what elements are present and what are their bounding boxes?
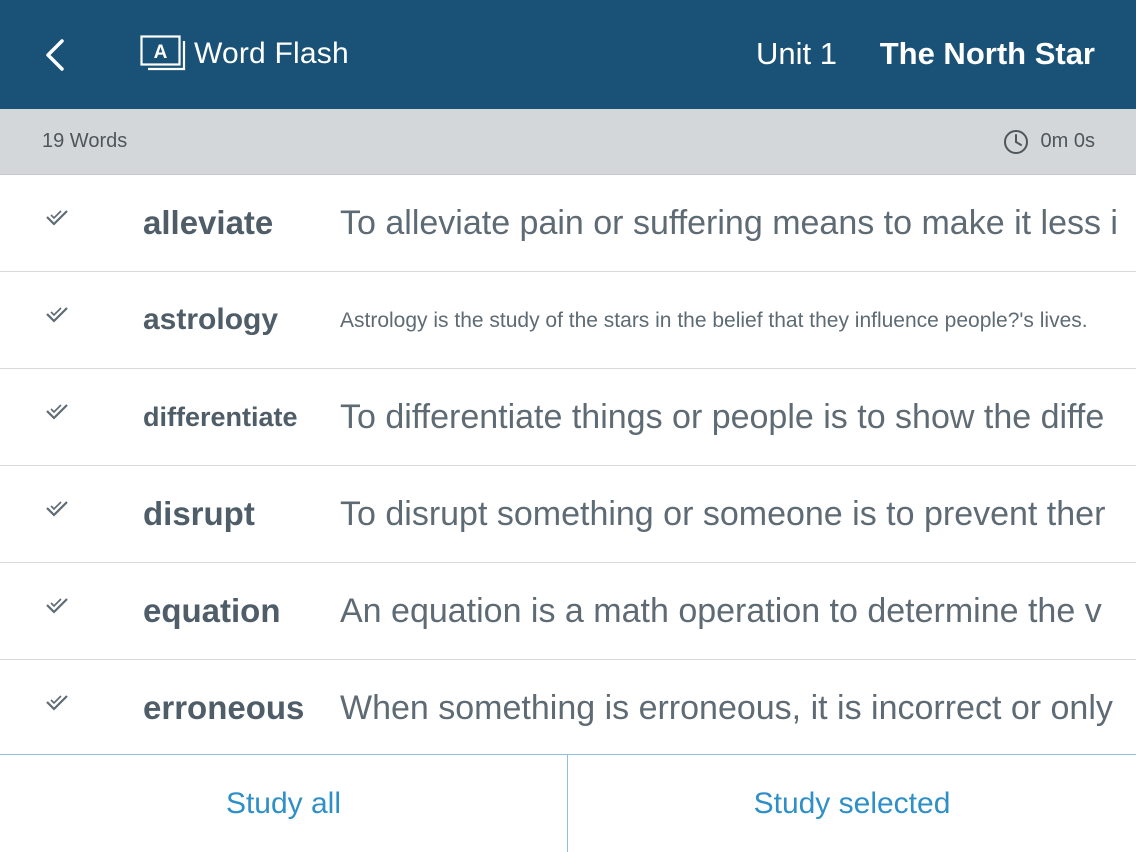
check-icon[interactable]: [44, 401, 70, 423]
word-row[interactable]: alleviate To alleviate pain or suffering…: [0, 175, 1136, 272]
word-term: alleviate: [143, 204, 274, 241]
word-definition: Astrology is the study of the stars in t…: [340, 308, 1088, 332]
app-brand: A Word Flash: [140, 34, 349, 74]
flashcard-icon: A: [140, 35, 186, 71]
word-list: alleviate To alleviate pain or suffering…: [0, 175, 1136, 754]
app-name: Word Flash: [194, 37, 349, 70]
word-row[interactable]: differentiate To differentiate things or…: [0, 369, 1136, 466]
word-flash-app: A Word Flash Unit 1 The North Star 19 Wo…: [0, 0, 1136, 852]
study-selected-button[interactable]: Study selected: [568, 755, 1136, 852]
word-count: 19 Words: [42, 130, 128, 152]
word-definition: An equation is a math operation to deter…: [340, 591, 1102, 630]
word-definition: To disrupt something or someone is to pr…: [340, 494, 1106, 533]
clock-icon: [1003, 129, 1028, 154]
word-term: disrupt: [143, 495, 255, 532]
check-icon[interactable]: [44, 498, 70, 520]
word-term: equation: [143, 592, 281, 629]
word-term: erroneous: [143, 689, 305, 726]
word-row[interactable]: disrupt To disrupt something or someone …: [0, 466, 1136, 563]
chevron-left-icon: [46, 39, 64, 71]
word-definition: To differentiate things or people is to …: [340, 397, 1105, 436]
word-term: differentiate: [143, 401, 298, 432]
check-icon[interactable]: [44, 207, 70, 229]
word-term: astrology: [143, 303, 279, 336]
back-button[interactable]: [30, 30, 80, 80]
check-icon[interactable]: [44, 595, 70, 617]
story-title: The North Star: [879, 36, 1095, 71]
word-definition: To alleviate pain or suffering means to …: [340, 203, 1118, 242]
top-header: A Word Flash Unit 1 The North Star: [0, 0, 1136, 109]
check-icon[interactable]: [44, 304, 70, 326]
info-bar: 19 Words 0m 0s: [0, 109, 1136, 175]
bottom-action-bar: Study all Study selected: [0, 754, 1136, 852]
unit-label: Unit 1: [756, 36, 837, 71]
word-definition: When something is erroneous, it is incor…: [340, 688, 1113, 727]
word-row[interactable]: astrology Astrology is the study of the …: [0, 272, 1136, 369]
word-row[interactable]: erroneous When something is erroneous, i…: [0, 660, 1136, 754]
check-icon[interactable]: [44, 692, 70, 714]
study-all-button[interactable]: Study all: [0, 755, 568, 852]
timer-value: 0m 0s: [1040, 130, 1095, 152]
svg-text:A: A: [154, 42, 168, 63]
word-row[interactable]: equation An equation is a math operation…: [0, 563, 1136, 660]
timer: 0m 0s: [1003, 109, 1095, 174]
